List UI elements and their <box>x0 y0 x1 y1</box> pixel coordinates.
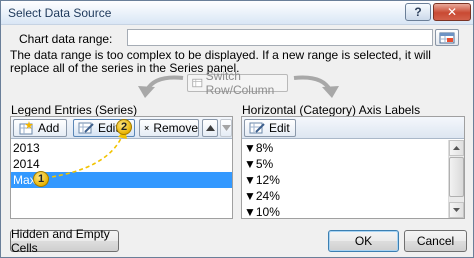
ok-label: OK <box>354 234 373 248</box>
cancel-button[interactable]: Cancel <box>404 230 467 252</box>
move-up-button[interactable] <box>202 119 218 137</box>
add-series-icon <box>19 121 33 135</box>
remove-series-label: Remove <box>153 121 198 135</box>
edit-axis-labels-label: Edit <box>269 121 290 135</box>
help-icon: ? <box>414 5 422 19</box>
dialog-title: Select Data Source <box>8 6 112 20</box>
cancel-label: Cancel <box>416 234 455 248</box>
close-button[interactable]: ✕ <box>433 3 471 21</box>
triangle-down-icon <box>221 125 231 131</box>
scroll-down-icon <box>453 208 460 212</box>
callout-badge-1: 1 <box>33 171 49 187</box>
move-down-button[interactable] <box>220 119 232 137</box>
curved-arrow-left-icon <box>138 75 184 98</box>
curved-arrow-right-icon <box>293 75 339 98</box>
remove-x-icon <box>144 125 149 131</box>
triangle-up-icon <box>205 125 215 131</box>
axis-label-item[interactable]: ▼12% <box>242 172 447 188</box>
range-selector-icon <box>439 32 455 43</box>
edit-axis-labels-button[interactable]: Edit <box>244 119 296 137</box>
add-series-label: Add <box>38 121 60 135</box>
legend-entries-label: Legend Entries (Series) <box>11 103 138 117</box>
switch-row-column-label: Switch Row/Column <box>205 69 275 97</box>
callout-badge-2: 2 <box>116 119 132 135</box>
scroll-thumb[interactable] <box>449 157 464 197</box>
scroll-down-button[interactable] <box>449 202 464 218</box>
axis-label-item[interactable]: ▼24% <box>242 188 447 204</box>
series-item-2013[interactable]: 2013 <box>11 140 232 156</box>
edit-series-icon <box>78 122 94 134</box>
series-item-2014[interactable]: 2014 <box>11 156 232 172</box>
range-selector-button[interactable] <box>435 29 459 46</box>
select-data-source-dialog: Select Data Source ? ✕ Chart data range:… <box>0 0 474 258</box>
hidden-and-empty-cells-button[interactable]: Hidden and Empty Cells <box>10 227 119 255</box>
help-button[interactable]: ? <box>405 3 431 21</box>
scroll-up-icon <box>453 146 460 150</box>
axis-toolbar: Edit <box>242 117 464 139</box>
axis-label-item[interactable]: ▼10% <box>242 204 447 220</box>
title-bar: Select Data Source ? ✕ <box>1 1 473 25</box>
close-icon: ✕ <box>446 5 458 19</box>
axis-labels-label: Horizontal (Category) Axis Labels <box>242 103 421 117</box>
chart-data-range-label: Chart data range: <box>19 32 113 46</box>
chart-data-range-input[interactable] <box>127 29 433 46</box>
axis-labels-panel: Edit ▼8% ▼5% ▼12% ▼24% ▼10% <box>241 116 465 219</box>
ok-button[interactable]: OK <box>328 230 399 252</box>
axis-label-item[interactable]: ▼5% <box>242 156 447 172</box>
scroll-up-button[interactable] <box>449 140 464 156</box>
remove-series-button[interactable]: Remove <box>139 119 199 137</box>
switch-row-column-button[interactable]: Switch Row/Column <box>187 69 288 97</box>
add-series-button[interactable]: Add <box>13 119 67 137</box>
switch-row-column-icon <box>192 78 203 88</box>
hidden-and-empty-cells-label: Hidden and Empty Cells <box>11 227 110 255</box>
axis-label-item[interactable]: ▼8% <box>242 140 447 156</box>
axis-list-scrollbar[interactable] <box>448 140 464 218</box>
edit-axis-icon <box>249 122 265 134</box>
axis-labels-list: ▼8% ▼5% ▼12% ▼24% ▼10% <box>242 140 447 220</box>
